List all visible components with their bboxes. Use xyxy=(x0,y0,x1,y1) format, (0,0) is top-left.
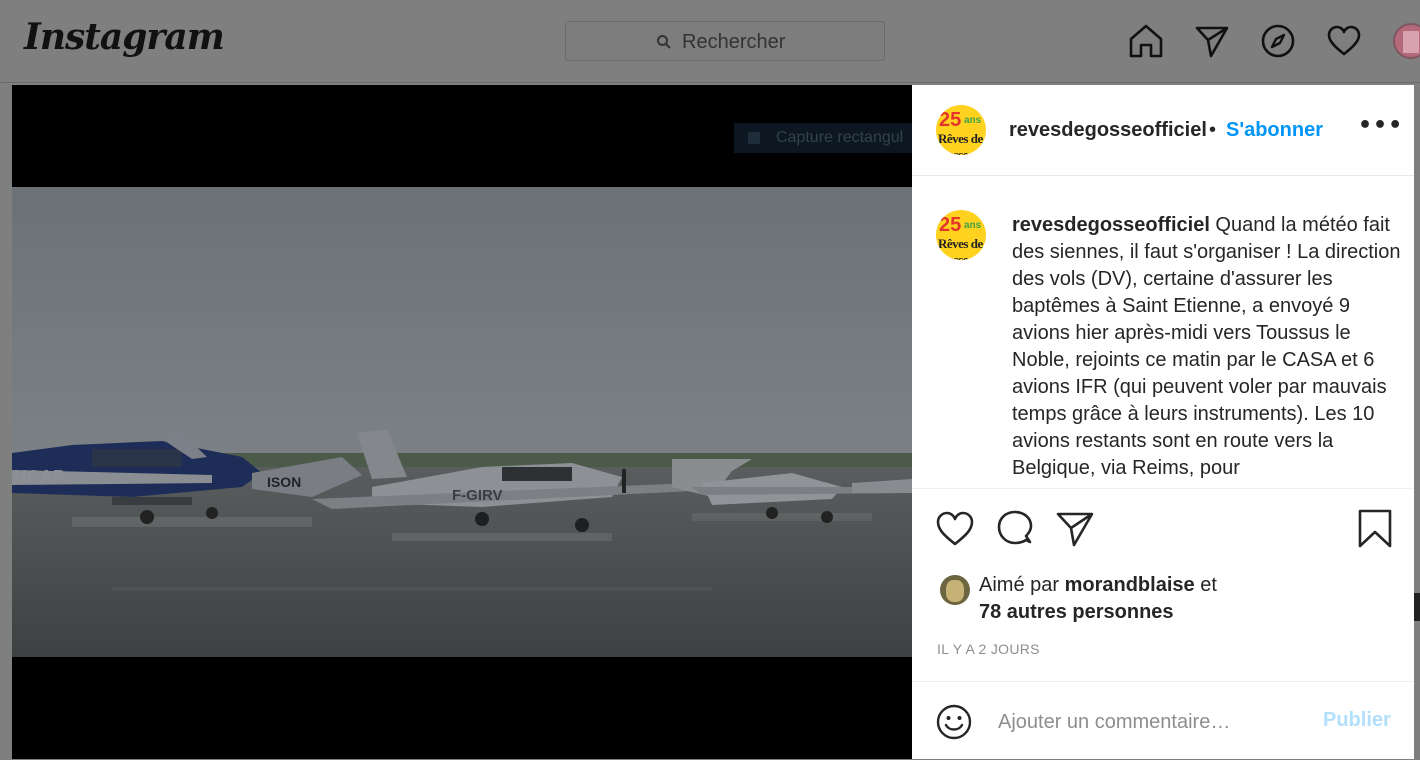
comment-input[interactable] xyxy=(996,706,1300,738)
search-icon xyxy=(657,35,671,49)
emoji-icon[interactable] xyxy=(936,704,972,740)
avatar-number: 25 xyxy=(939,109,962,131)
search-box[interactable] xyxy=(565,21,885,61)
capture-icon xyxy=(748,132,760,144)
caption-scroll-area[interactable]: 25 ans Rêves de Gosse revesdegosseoffici… xyxy=(912,176,1414,488)
registration-ison: ISON xyxy=(267,474,301,490)
registration-hcap: HCAP xyxy=(14,467,65,487)
publish-button[interactable]: Publier xyxy=(1323,709,1391,732)
avatar-number: 25 xyxy=(939,214,962,236)
activity-heart-icon[interactable] xyxy=(1325,22,1363,60)
comment-composer: Publier xyxy=(912,681,1414,760)
registration-f-girv: F-GIRV xyxy=(452,487,503,504)
post-timestamp[interactable]: IL Y A 2 JOURS xyxy=(937,641,1040,657)
likes-line: Aimé par morandblaise et xyxy=(979,574,1217,597)
follow-button[interactable]: S'abonner xyxy=(1226,119,1323,142)
avatar-brand-text: Rêves de Gosse xyxy=(938,236,983,260)
post-photo[interactable]: HCAP ISON F-GIRV xyxy=(12,187,912,657)
direct-icon[interactable] xyxy=(1193,22,1231,60)
post-caption: revesdegosseofficiel Quand la météo fait… xyxy=(1012,212,1402,482)
capture-overlay-text: Capture rectangul xyxy=(776,129,904,146)
like-heart-icon[interactable] xyxy=(935,509,975,549)
home-icon[interactable] xyxy=(1127,22,1165,60)
aircraft-photo: HCAP ISON F-GIRV xyxy=(12,187,912,657)
author-username[interactable]: revesdegosseofficiel xyxy=(1009,119,1207,142)
likes-middle: et xyxy=(1194,574,1217,596)
search-input[interactable] xyxy=(680,28,874,56)
right-edge-backdrop xyxy=(1414,85,1420,759)
liker-avatar[interactable] xyxy=(940,575,970,605)
author-avatar[interactable]: 25 ans Rêves de Gosse xyxy=(936,105,986,155)
avatar-brand-text: Rêves de Gosse xyxy=(938,131,983,155)
backdrop-fragment xyxy=(1414,593,1420,621)
likes-others-link[interactable]: 78 autres personnes xyxy=(979,601,1174,624)
save-bookmark-icon[interactable] xyxy=(1355,509,1395,549)
more-options-icon[interactable]: ••• xyxy=(1358,113,1403,138)
likes-prefix: Aimé par xyxy=(979,574,1065,596)
caption-username[interactable]: revesdegosseofficiel xyxy=(1012,214,1210,236)
post-media: Capture rectangul HCAP ISON F-GIRV xyxy=(12,85,1004,759)
explore-icon[interactable] xyxy=(1259,22,1297,60)
post-side-panel: 25 ans Rêves de Gosse revesdegosseoffici… xyxy=(912,85,1414,759)
comment-icon[interactable] xyxy=(995,509,1035,549)
share-icon[interactable] xyxy=(1055,509,1095,549)
profile-avatar[interactable] xyxy=(1393,23,1420,59)
post-header: 25 ans Rêves de Gosse revesdegosseoffici… xyxy=(912,85,1414,176)
separator-dot: • xyxy=(1209,119,1217,141)
instagram-logo[interactable]: Instagram xyxy=(24,16,225,58)
caption-text: Quand la météo fait des siennes, il faut… xyxy=(1012,214,1401,479)
top-navigation-bar: Instagram xyxy=(0,0,1420,83)
avatar-ans: ans xyxy=(964,115,982,126)
post-actions: Aimé par morandblaise et 78 autres perso… xyxy=(912,488,1414,685)
caption-author-avatar[interactable]: 25 ans Rêves de Gosse xyxy=(936,210,986,260)
liker-username[interactable]: morandblaise xyxy=(1065,574,1195,596)
avatar-ans: ans xyxy=(964,220,982,231)
